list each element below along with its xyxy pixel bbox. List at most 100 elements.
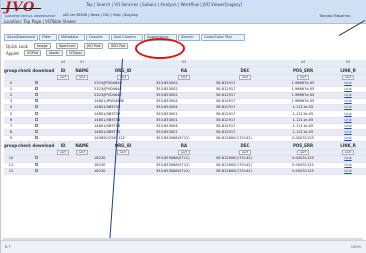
bug-log-link[interactable]: Bug/Log (124, 13, 138, 18)
sort-button[interactable]: sort (342, 74, 354, 79)
sort-button[interactable]: sort (57, 150, 69, 155)
faq-link[interactable]: FAQ (103, 13, 110, 18)
breadcrumb-top[interactable]: Top Page (24, 19, 42, 24)
column-header[interactable]: POS_ERR (276, 66, 330, 75)
sort-button[interactable]: sort (239, 74, 251, 79)
tab-graphic[interactable]: Graphic (86, 34, 110, 41)
column-header[interactable]: LINK_R (330, 66, 366, 75)
zoom-level[interactable]: 100% (351, 245, 361, 249)
download-checkbox[interactable] (34, 92, 38, 96)
tab-metadata[interactable]: Metadata (58, 34, 85, 41)
tab-color-plot[interactable]: Color/Color Plot (201, 34, 245, 41)
cell-value: 1.96667e-05 (291, 92, 315, 97)
row-link[interactable]: Link (344, 81, 351, 85)
column-header[interactable]: RA (154, 141, 214, 151)
column-header[interactable]: POS_ERR (276, 141, 330, 151)
nav-subaru[interactable]: Subaru (142, 2, 156, 7)
help-link[interactable]: Help (113, 13, 121, 18)
sort-button[interactable]: sort (178, 74, 190, 79)
column-header[interactable]: DEC (214, 141, 276, 151)
spectrum-button[interactable]: Spectrum (56, 43, 79, 49)
site-header: JVO JAPANESE VIRTUAL OBSERVATORY Top | S… (1, 0, 366, 24)
cell-value: 18230 (94, 168, 106, 173)
download-checkbox[interactable] (34, 99, 38, 103)
news-link[interactable]: News (91, 13, 100, 18)
nav-analysis[interactable]: Analysis (160, 2, 176, 7)
download-checkbox[interactable] (34, 111, 38, 115)
column-header[interactable]: RA (154, 66, 214, 75)
image-button[interactable]: Image (34, 43, 51, 49)
tab-search[interactable]: Search (178, 34, 200, 41)
download-checkbox[interactable] (34, 156, 38, 160)
row-link[interactable]: Link (344, 118, 351, 122)
tab-add-column[interactable]: Add Column (111, 34, 143, 41)
column-header[interactable]: group ID (4, 66, 18, 75)
applet-label: Applet (6, 51, 19, 56)
download-checkbox[interactable] (34, 117, 38, 121)
table-cell (54, 168, 72, 175)
download-checkbox[interactable] (34, 105, 38, 109)
aladin-button[interactable]: Aladin (46, 50, 63, 56)
column-header[interactable]: check download (18, 66, 54, 75)
sort-button[interactable]: sort (239, 150, 251, 155)
download-checkbox[interactable] (34, 123, 38, 127)
nav-search[interactable]: Search (97, 2, 111, 7)
column-header[interactable]: ID (54, 66, 72, 75)
cell-value: 353.853002 (156, 86, 178, 91)
sort-button[interactable]: sort (297, 74, 309, 79)
row-link[interactable]: Link (344, 136, 351, 140)
nav-workflow[interactable]: Workflow (181, 2, 199, 7)
row-link[interactable]: Link (344, 124, 351, 128)
sort-button[interactable]: sort (57, 74, 69, 79)
download-checkbox[interactable] (34, 86, 38, 90)
column-header[interactable]: check download (18, 141, 54, 151)
sort-button[interactable]: sort (342, 150, 354, 155)
column-header[interactable]: group ID (4, 141, 18, 151)
column-header[interactable]: DEC (214, 66, 276, 75)
row-link[interactable]: Link (344, 93, 351, 97)
sort-button[interactable]: sort (117, 74, 129, 79)
votable-grid: 0401030405group IDcheck downloadIDNAMEOR… (4, 60, 366, 238)
download-checkbox[interactable] (34, 168, 38, 172)
location-label: Location: (4, 19, 23, 24)
jvo-plot-button[interactable]: JVO Plot (84, 43, 104, 49)
user-name[interactable]: Tanaka Masahiro (319, 13, 351, 18)
tab-filter[interactable]: Filter (39, 34, 57, 41)
nav-vo-services[interactable]: VO Services (114, 2, 138, 7)
tab-bar: Save/Download Filter Metadata Graphic Ad… (4, 34, 364, 41)
sort-button[interactable]: sort (76, 74, 88, 79)
column-header[interactable]: LINK_R (330, 141, 366, 151)
column-header[interactable]: ORG_ID (92, 141, 154, 151)
vospec-button[interactable]: VOSpec (66, 50, 86, 56)
table-cell[interactable]: Link (330, 168, 366, 175)
download-checkbox[interactable] (34, 136, 38, 140)
nav-jvo-viewer[interactable]: JVO Viewer[Legacy] (203, 2, 242, 7)
column-header[interactable]: ORG_ID (92, 66, 154, 75)
cell-value: 14801/0B5T56 (94, 111, 121, 116)
cell-value: 1 (9, 86, 13, 91)
voplot-button[interactable]: VOPlot (24, 50, 42, 56)
row-link[interactable]: Link (344, 163, 351, 167)
nav-top[interactable]: Top (86, 2, 93, 7)
sed-plot-button[interactable]: SED Plot (108, 43, 129, 49)
column-header[interactable]: ID (54, 141, 72, 151)
sort-button[interactable]: sort (178, 150, 190, 155)
sort-button[interactable]: sort (76, 150, 88, 155)
row-link[interactable]: Link (344, 99, 351, 103)
download-checkbox[interactable] (34, 130, 38, 134)
table-cell: 353.853088(5712) (154, 168, 214, 175)
sort-button[interactable]: sort (117, 150, 129, 155)
row-link[interactable]: Link (344, 105, 351, 109)
row-link[interactable]: Link (344, 112, 351, 116)
row-link[interactable]: Link (344, 87, 351, 91)
download-checkbox[interactable] (34, 162, 38, 166)
row-link[interactable]: Link (344, 130, 351, 134)
tab-save-download[interactable]: Save/Download (4, 34, 38, 41)
download-checkbox[interactable] (34, 80, 38, 84)
column-header[interactable]: NAME (72, 141, 92, 151)
sort-button[interactable]: sort (297, 150, 309, 155)
row-link[interactable]: Link (344, 169, 351, 173)
column-header[interactable]: NAME (72, 66, 92, 75)
app-window: JVO JAPANESE VIRTUAL OBSERVATORY Top | S… (0, 0, 366, 253)
row-link[interactable]: Link (344, 156, 351, 160)
